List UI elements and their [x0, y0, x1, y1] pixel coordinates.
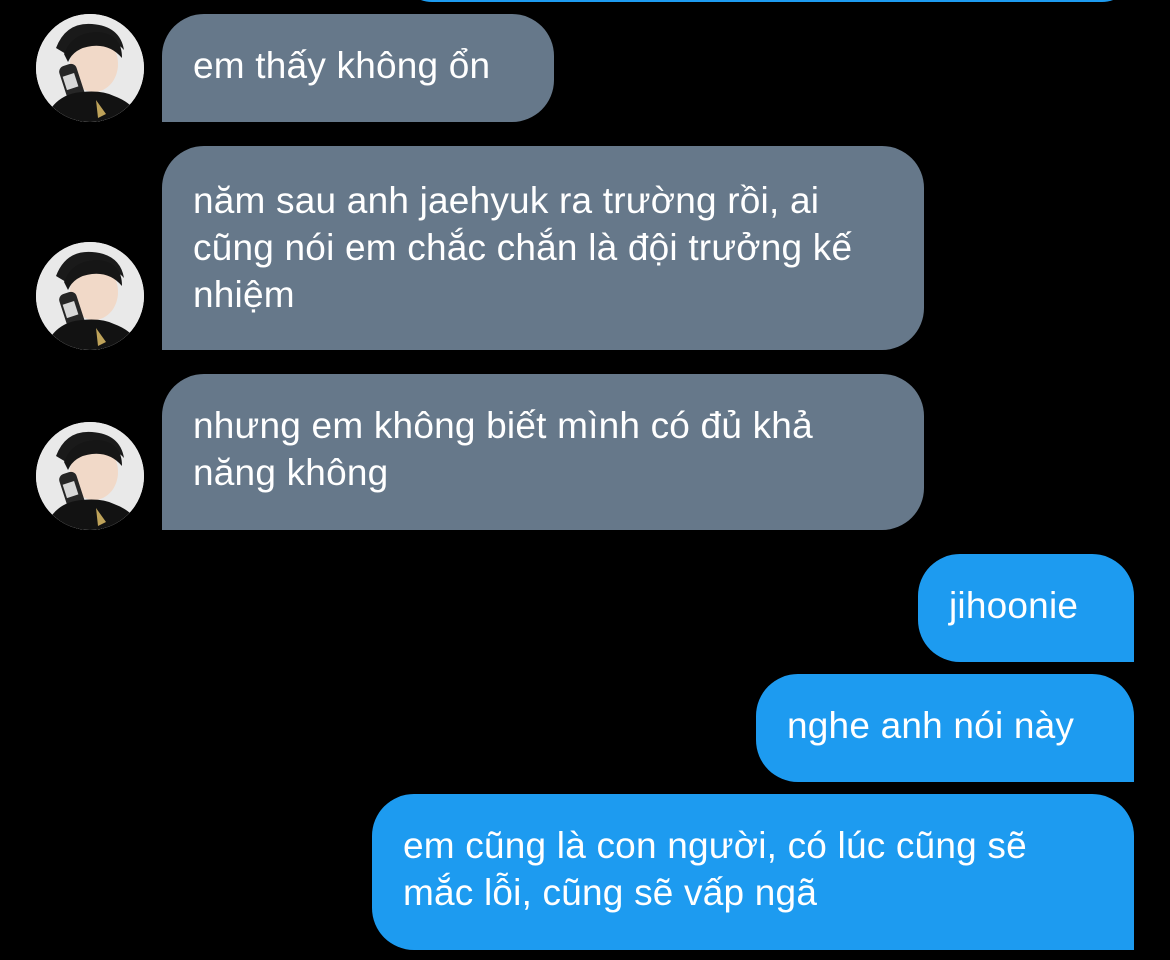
received-message-bubble[interactable]: năm sau anh jaehyuk ra trường rồi, ai cũ… [162, 146, 924, 350]
sent-message-bubble[interactable]: em cũng là con người, có lúc cũng sẽ mắc… [372, 794, 1134, 950]
chat-thread: em thấy không ổn năm sau anh jaehyuk ra … [0, 0, 1170, 960]
message-text: nhưng em không biết mình có đủ khả năng … [193, 405, 813, 493]
message-text: nghe anh nói này [787, 705, 1075, 746]
contact-avatar[interactable] [36, 242, 144, 350]
sent-message-bubble[interactable]: nghe anh nói này [756, 674, 1134, 782]
message-text: em thấy không ổn [193, 45, 491, 86]
previous-sent-message-bubble[interactable] [400, 0, 1134, 2]
received-message-bubble[interactable]: em thấy không ổn [162, 14, 554, 122]
contact-avatar[interactable] [36, 422, 144, 530]
received-message-bubble[interactable]: nhưng em không biết mình có đủ khả năng … [162, 374, 924, 530]
person-avatar-icon [36, 14, 144, 122]
sent-message-bubble[interactable]: jihoonie [918, 554, 1134, 662]
message-text: năm sau anh jaehyuk ra trường rồi, ai cũ… [193, 180, 853, 315]
person-avatar-icon [36, 242, 144, 350]
contact-avatar[interactable] [36, 14, 144, 122]
message-text: jihoonie [949, 585, 1079, 626]
message-text: em cũng là con người, có lúc cũng sẽ mắc… [403, 825, 1027, 913]
person-avatar-icon [36, 422, 144, 530]
